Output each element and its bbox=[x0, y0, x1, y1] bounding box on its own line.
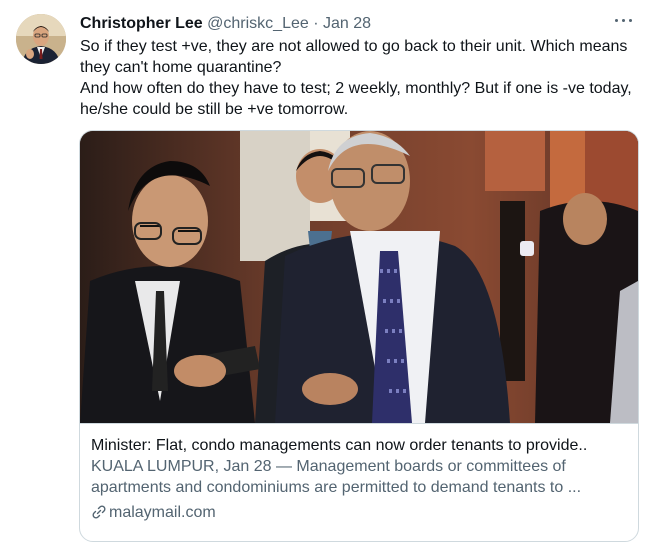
card-title[interactable]: Minister: Flat, condo managements can no… bbox=[91, 435, 631, 456]
link-preview-card[interactable]: Minister: Flat, condo managements can no… bbox=[79, 130, 639, 542]
more-icon[interactable] bbox=[613, 12, 635, 28]
card-body[interactable]: Minister: Flat, condo managements can no… bbox=[80, 423, 638, 521]
tweet-text: So if they test +ve, they are not allowe… bbox=[80, 36, 640, 120]
tweet-header: Christopher Lee @chriskc_Lee · Jan 28 bbox=[80, 13, 631, 35]
tweet-text-line: And how often do they have to test; 2 we… bbox=[80, 80, 632, 118]
tweet-date[interactable]: Jan 28 bbox=[323, 15, 371, 32]
card-domain-text[interactable]: malaymail.com bbox=[109, 504, 216, 521]
author-name[interactable]: Christopher Lee bbox=[80, 15, 203, 32]
header-separator: · bbox=[313, 15, 319, 32]
link-icon bbox=[91, 504, 107, 526]
tweet-text-line: So if they test +ve, they are not allowe… bbox=[80, 38, 628, 76]
card-domain[interactable]: malaymail.com bbox=[91, 502, 216, 526]
card-image[interactable] bbox=[80, 131, 638, 423]
author-handle[interactable]: @chriskc_Lee bbox=[207, 15, 309, 32]
avatar[interactable] bbox=[16, 14, 66, 64]
card-description: KUALA LUMPUR, Jan 28 — Management boards… bbox=[91, 458, 582, 496]
